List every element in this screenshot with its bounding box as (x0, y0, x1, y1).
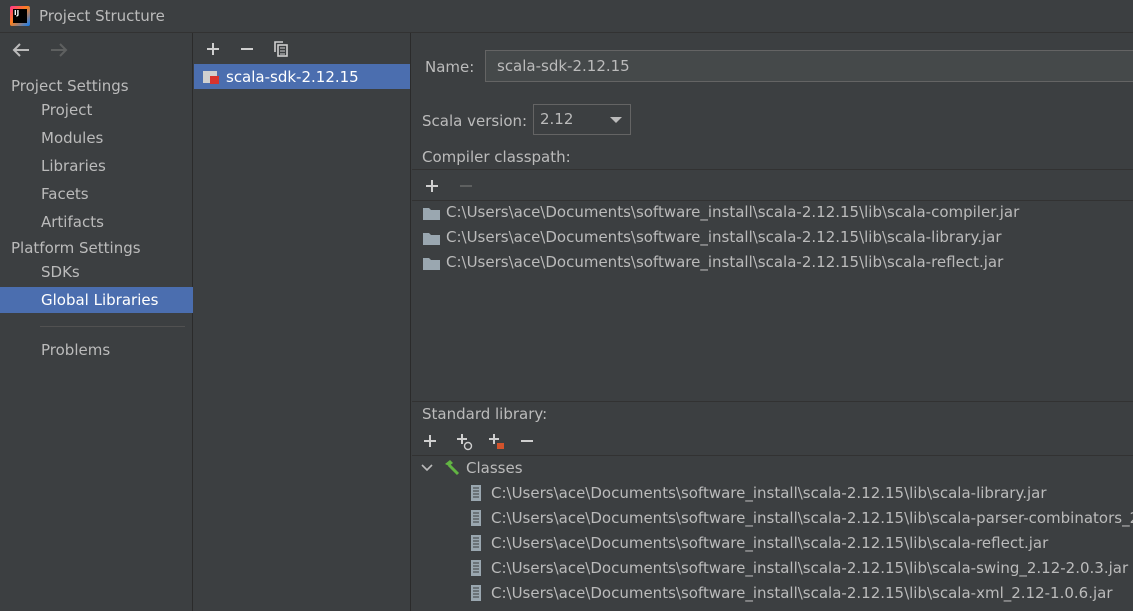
jar-icon (470, 560, 482, 576)
standard-library-label: Standard library: (422, 405, 548, 423)
project-settings-header: Project Settings (11, 77, 129, 95)
add-classpath-button[interactable] (421, 176, 443, 196)
jar-icon (470, 535, 482, 551)
folder-icon (423, 231, 440, 245)
nav-item-artifacts[interactable]: Artifacts (0, 209, 193, 235)
scala-version-value: 2.12 (540, 110, 574, 128)
copy-library-button[interactable] (270, 39, 292, 59)
standard-library-panel: Standard library: Classes C:\Users\ace\D… (412, 401, 1133, 611)
class-root-row[interactable]: C:\Users\ace\Documents\software_install\… (470, 584, 1113, 602)
compiler-classpath-panel: C:\Users\ace\Documents\software_install\… (412, 169, 1133, 401)
jar-icon (470, 485, 482, 501)
hammer-icon (445, 460, 460, 476)
add-root-button[interactable] (421, 431, 443, 451)
jar-icon (470, 585, 482, 601)
nav-item-modules[interactable]: Modules (0, 125, 193, 151)
classes-tree-node[interactable]: Classes (420, 459, 523, 477)
title-bar: IJ Project Structure (0, 0, 1133, 33)
platform-settings-header: Platform Settings (11, 239, 141, 257)
class-root-row[interactable]: C:\Users\ace\Documents\software_install\… (470, 534, 1048, 552)
scala-version-select[interactable]: 2.12 (533, 104, 631, 135)
class-root-row[interactable]: C:\Users\ace\Documents\software_install\… (470, 559, 1128, 577)
remove-root-button[interactable] (517, 431, 539, 451)
nav-item-libraries[interactable]: Libraries (0, 153, 193, 179)
chevron-down-icon (421, 464, 433, 472)
intellij-logo-icon: IJ (10, 6, 30, 26)
classpath-row[interactable]: C:\Users\ace\Documents\software_install\… (423, 228, 1002, 246)
nav-item-sdks[interactable]: SDKs (0, 259, 193, 285)
library-detail-panel: Name: scala-sdk-2.12.15 Scala version: 2… (412, 33, 1133, 611)
settings-nav: Project Settings Project Modules Librari… (0, 33, 193, 611)
class-root-row[interactable]: C:\Users\ace\Documents\software_install\… (470, 484, 1047, 502)
nav-item-project[interactable]: Project (0, 97, 193, 123)
classpath-row[interactable]: C:\Users\ace\Documents\software_install\… (423, 203, 1019, 221)
folder-icon (423, 206, 440, 220)
class-root-row[interactable]: C:\Users\ace\Documents\software_install\… (470, 509, 1133, 527)
compiler-classpath-label: Compiler classpath: (422, 148, 571, 166)
nav-divider (40, 326, 185, 327)
add-url-button[interactable] (485, 431, 507, 451)
library-list-panel: scala-sdk-2.12.15 (194, 33, 411, 611)
name-label: Name: (425, 58, 475, 76)
nav-item-problems[interactable]: Problems (0, 337, 193, 363)
scala-version-label: Scala version: (422, 112, 528, 130)
scala-sdk-icon (203, 70, 219, 84)
remove-classpath-button[interactable] (455, 176, 477, 196)
remove-library-button[interactable] (236, 39, 258, 59)
folder-icon (423, 256, 440, 270)
library-item-label: scala-sdk-2.12.15 (226, 67, 359, 86)
chevron-down-icon (610, 117, 622, 123)
nav-item-facets[interactable]: Facets (0, 181, 193, 207)
classes-label: Classes (466, 459, 523, 477)
jar-icon (470, 510, 482, 526)
classpath-row[interactable]: C:\Users\ace\Documents\software_install\… (423, 253, 1003, 271)
back-arrow-icon[interactable] (10, 39, 32, 61)
nav-item-global-libraries[interactable]: Global Libraries (0, 287, 193, 313)
name-field[interactable]: scala-sdk-2.12.15 (485, 50, 1133, 82)
library-item-scala-sdk[interactable]: scala-sdk-2.12.15 (194, 64, 410, 89)
forward-arrow-icon[interactable] (48, 39, 70, 61)
add-library-button[interactable] (202, 39, 224, 59)
window-title: Project Structure (39, 7, 165, 25)
add-jar-button[interactable] (453, 431, 475, 451)
